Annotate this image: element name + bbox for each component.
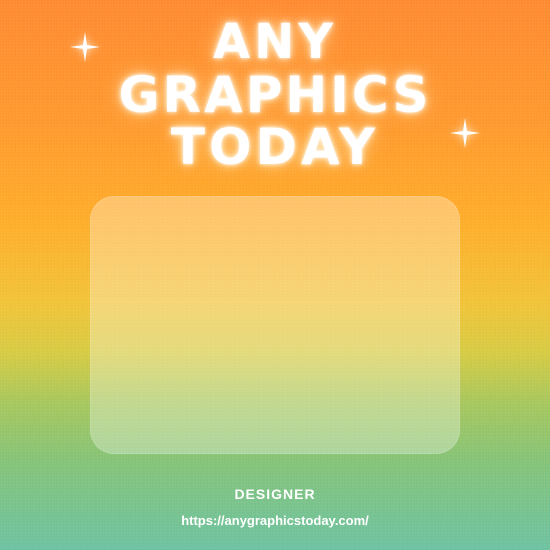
title-line-2: GRAPHICS bbox=[118, 66, 432, 124]
title-line-1: ANY bbox=[212, 14, 338, 70]
poster-background: ANY GRAPHICS TODAY DESIGNER https://anyg… bbox=[0, 0, 550, 550]
title-line-3: TODAY bbox=[170, 118, 380, 176]
photo-placeholder bbox=[90, 196, 460, 454]
website-url: https://anygraphicstoday.com/ bbox=[181, 513, 369, 528]
designer-label: DESIGNER bbox=[234, 486, 316, 502]
